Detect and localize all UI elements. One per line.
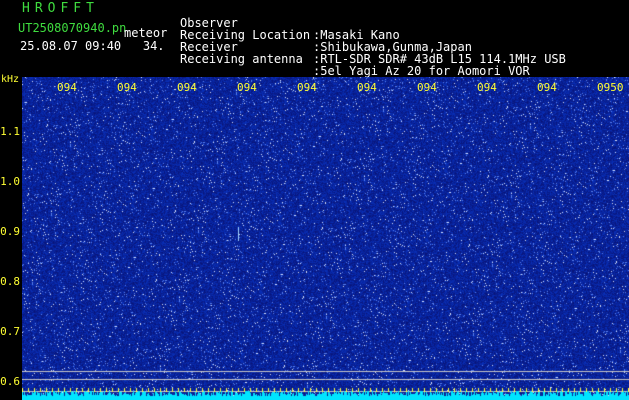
x-tick-label: 094 [117, 81, 137, 94]
y-tick-label: 1.0 [0, 175, 20, 188]
y-tick-label: 0.7 [0, 325, 20, 338]
x-tick-label: 094 [237, 81, 257, 94]
spectrogram-waterfall [22, 77, 629, 400]
app-title: HROFFT [22, 1, 99, 16]
x-tick-label: 094 [177, 81, 197, 94]
x-tick-label: 094 [57, 81, 77, 94]
info-value: :5el Yagi Az 20 for Aomori VOR [313, 64, 530, 78]
x-tick-label: 0950 [597, 81, 624, 94]
file-name: UT2508070940.pn [18, 21, 127, 35]
hrofft-window: HROFFT UT2508070940.pn meteor 25.08.07 0… [0, 0, 629, 400]
x-tick-label: 094 [357, 81, 377, 94]
y-tick-label: 0.8 [0, 275, 20, 288]
timestamp-extra: 34. [142, 39, 165, 53]
y-tick-label: 0.9 [0, 225, 20, 238]
file-name-suffix: meteor [124, 26, 168, 40]
y-tick-label: 0.6 [0, 375, 20, 388]
info-label: Receiving antenna [180, 52, 303, 66]
x-tick-label: 094 [537, 81, 557, 94]
y-tick-label: 1.1 [0, 125, 20, 138]
x-tick-label: 094 [297, 81, 317, 94]
x-tick-label: 094 [417, 81, 437, 94]
x-tick-label: 094 [477, 81, 497, 94]
axis-unit-label: kHz [1, 74, 20, 85]
timestamp-date: 25.08.07 09:40 [20, 39, 122, 53]
timestamp: 25.08.07 09:40 34. [20, 40, 165, 52]
